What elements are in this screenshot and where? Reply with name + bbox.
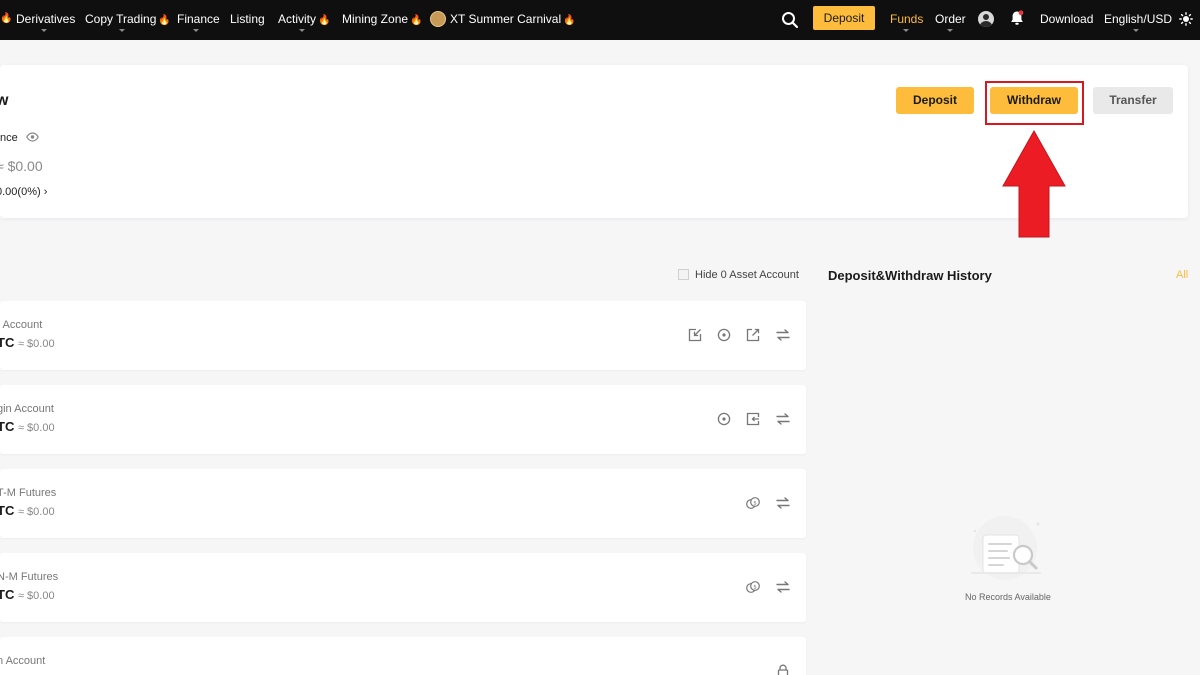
account-row-coin-m-futures[interactable]: N-M Futures TC ≈ $0.00 $ — [0, 553, 806, 622]
theme-toggle-icon[interactable] — [1179, 12, 1193, 26]
account-balance: TC ≈ $0.00 — [0, 335, 55, 350]
account-row-finance[interactable]: n Account — [0, 637, 806, 675]
nav-item-funds[interactable]: Funds — [890, 12, 923, 26]
transfer-icon[interactable] — [776, 328, 790, 342]
transfer-icon[interactable] — [776, 496, 790, 510]
balance-unit: TC — [0, 419, 15, 434]
flame-icon: 🔥 — [0, 13, 13, 24]
nav-item-copy-trading[interactable]: Copy Trading 🔥 — [85, 12, 171, 26]
flame-icon: 🔥 — [563, 15, 576, 26]
language-selector[interactable]: English/USD — [1104, 12, 1172, 26]
account-row-spot[interactable]: t Account TC ≈ $0.00 — [0, 301, 806, 370]
eye-icon[interactable] — [26, 132, 39, 142]
coins-icon[interactable]: $ — [746, 496, 760, 510]
chevron-down-icon — [947, 29, 953, 32]
account-name: gin Account — [0, 403, 54, 415]
flame-icon: 🔥 — [410, 15, 423, 26]
account-balance: TC ≈ $0.00 — [0, 419, 55, 434]
repay-icon[interactable] — [746, 412, 760, 426]
withdraw-icon[interactable] — [746, 328, 760, 342]
svg-text:$: $ — [753, 584, 757, 590]
balance-usd: ≈ $0.00 — [17, 338, 55, 350]
nav-item-label: XT Summer Carnival — [450, 12, 562, 26]
carnival-icon — [430, 11, 446, 27]
nav-item-listing[interactable]: Listing — [230, 12, 265, 26]
balance-usd: ≈ $0.00 — [17, 506, 55, 518]
search-icon[interactable] — [781, 11, 799, 29]
nav-item-activity[interactable]: Activity 🔥 — [278, 12, 330, 26]
nav-item-label: Copy Trading — [85, 12, 157, 26]
chevron-down-icon — [1133, 29, 1139, 32]
nav-item-label: Activity — [278, 12, 317, 26]
history-icon[interactable] — [717, 412, 731, 426]
svg-text:$: $ — [753, 500, 757, 506]
balance-usd: ≈ $0.00 — [17, 422, 55, 434]
total-balance-usd: ≈ $0.00 — [0, 158, 43, 174]
balance-unit: TC — [0, 335, 15, 350]
top-nav: 🔥 Derivatives Copy Trading 🔥 Finance List… — [0, 0, 1200, 40]
nav-item-label: Finance — [177, 12, 220, 26]
nav-item-label: Mining Zone — [342, 12, 409, 26]
chevron-down-icon — [903, 29, 909, 32]
hide-zero-checkbox[interactable] — [678, 269, 689, 280]
arrow-up-icon — [1002, 130, 1066, 238]
nav-item-label: Derivatives — [16, 12, 76, 26]
avatar[interactable] — [978, 11, 994, 27]
pnl-value: 0.00(0%) — [0, 186, 41, 198]
nav-item-label: Listing — [230, 12, 265, 26]
lock-icon[interactable] — [776, 664, 790, 675]
pnl-link[interactable]: 0.00(0%) › — [0, 186, 47, 198]
flame-icon: 🔥 — [158, 15, 171, 26]
chevron-down-icon — [193, 29, 199, 32]
page-title: w — [0, 92, 9, 109]
account-name: N-M Futures — [0, 571, 59, 583]
nav-item-order[interactable]: Order — [935, 12, 966, 26]
history-title: Deposit&Withdraw History — [828, 268, 992, 283]
chevron-down-icon — [41, 29, 47, 32]
empty-records-text: No Records Available — [965, 592, 1051, 602]
deposit-button[interactable]: Deposit — [896, 87, 974, 114]
balance-unit: TC — [0, 503, 15, 518]
nav-item-summer-carnival[interactable]: XT Summer Carnival 🔥 — [450, 12, 576, 26]
chevron-down-icon — [299, 29, 305, 32]
nav-item-download[interactable]: Download — [1040, 12, 1093, 26]
bell-icon[interactable] — [1010, 10, 1024, 26]
account-name: t Account — [0, 319, 43, 331]
nav-item-mining-zone[interactable]: Mining Zone 🔥 — [342, 12, 423, 26]
account-name: n Account — [0, 655, 46, 667]
nav-item-finance[interactable]: Finance — [177, 12, 220, 26]
transfer-button[interactable]: Transfer — [1093, 87, 1173, 114]
account-name: T-M Futures — [0, 487, 57, 499]
account-balance: TC ≈ $0.00 — [0, 503, 55, 518]
empty-records-icon — [971, 516, 1041, 580]
account-row-usdt-m-futures[interactable]: T-M Futures TC ≈ $0.00 $ — [0, 469, 806, 538]
history-all-link[interactable]: All — [1176, 269, 1188, 281]
flame-icon: 🔥 — [318, 15, 331, 26]
nav-deposit-button[interactable]: Deposit — [813, 6, 875, 30]
withdraw-highlight-box — [985, 81, 1084, 125]
chevron-right-icon: › — [43, 186, 48, 198]
chevron-down-icon — [119, 29, 125, 32]
hide-zero-label[interactable]: Hide 0 Asset Account — [695, 269, 799, 281]
account-row-margin[interactable]: gin Account TC ≈ $0.00 — [0, 385, 806, 454]
nav-item-derivatives[interactable]: Derivatives — [16, 12, 75, 26]
deposit-icon[interactable] — [688, 328, 702, 342]
empty-records-text-row: No Records Available — [0, 592, 1200, 602]
transfer-icon[interactable] — [776, 412, 790, 426]
history-icon[interactable] — [717, 328, 731, 342]
total-balance-label: nce — [0, 132, 18, 144]
